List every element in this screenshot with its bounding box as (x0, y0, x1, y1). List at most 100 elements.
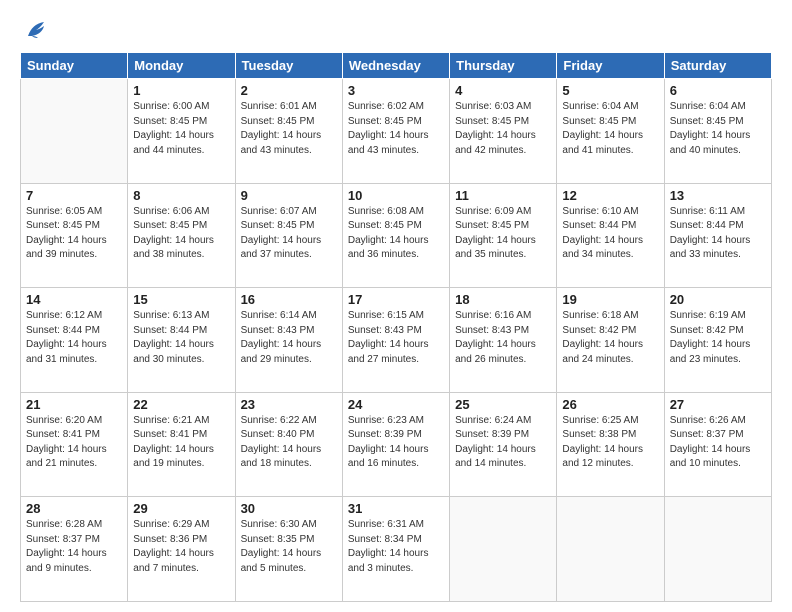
day-number: 3 (348, 83, 444, 98)
week-row-4: 28 Sunrise: 6:28 AM Sunset: 8:37 PM Dayli… (21, 497, 772, 602)
weekday-header-thursday: Thursday (450, 53, 557, 79)
week-row-2: 14 Sunrise: 6:12 AM Sunset: 8:44 PM Dayli… (21, 288, 772, 393)
page: SundayMondayTuesdayWednesdayThursdayFrid… (0, 0, 792, 612)
weekday-header-sunday: Sunday (21, 53, 128, 79)
day-info: Sunrise: 6:11 AM Sunset: 8:44 PM Dayligh… (670, 205, 766, 263)
calendar-cell: 10 Sunrise: 6:08 AM Sunset: 8:45 PM Dayli… (342, 183, 449, 288)
day-number: 29 (133, 501, 229, 516)
day-number: 8 (133, 188, 229, 203)
logo (20, 16, 50, 44)
calendar-cell (21, 79, 128, 184)
day-info: Sunrise: 6:14 AM Sunset: 8:43 PM Dayligh… (241, 309, 337, 367)
day-number: 18 (455, 292, 551, 307)
day-number: 9 (241, 188, 337, 203)
day-number: 25 (455, 397, 551, 412)
day-info: Sunrise: 6:02 AM Sunset: 8:45 PM Dayligh… (348, 100, 444, 158)
calendar-cell (557, 497, 664, 602)
day-number: 11 (455, 188, 551, 203)
day-number: 7 (26, 188, 122, 203)
day-info: Sunrise: 6:08 AM Sunset: 8:45 PM Dayligh… (348, 205, 444, 263)
day-info: Sunrise: 6:18 AM Sunset: 8:42 PM Dayligh… (562, 309, 658, 367)
calendar-cell: 4 Sunrise: 6:03 AM Sunset: 8:45 PM Daylig… (450, 79, 557, 184)
calendar-cell: 5 Sunrise: 6:04 AM Sunset: 8:45 PM Daylig… (557, 79, 664, 184)
day-number: 20 (670, 292, 766, 307)
calendar-cell: 3 Sunrise: 6:02 AM Sunset: 8:45 PM Daylig… (342, 79, 449, 184)
calendar-cell: 11 Sunrise: 6:09 AM Sunset: 8:45 PM Dayli… (450, 183, 557, 288)
day-number: 6 (670, 83, 766, 98)
calendar-cell: 28 Sunrise: 6:28 AM Sunset: 8:37 PM Dayli… (21, 497, 128, 602)
day-info: Sunrise: 6:03 AM Sunset: 8:45 PM Dayligh… (455, 100, 551, 158)
calendar-cell: 27 Sunrise: 6:26 AM Sunset: 8:37 PM Dayli… (664, 392, 771, 497)
day-info: Sunrise: 6:23 AM Sunset: 8:39 PM Dayligh… (348, 414, 444, 472)
day-info: Sunrise: 6:24 AM Sunset: 8:39 PM Dayligh… (455, 414, 551, 472)
day-info: Sunrise: 6:10 AM Sunset: 8:44 PM Dayligh… (562, 205, 658, 263)
day-number: 12 (562, 188, 658, 203)
day-number: 5 (562, 83, 658, 98)
day-number: 17 (348, 292, 444, 307)
weekday-header-wednesday: Wednesday (342, 53, 449, 79)
calendar-cell: 22 Sunrise: 6:21 AM Sunset: 8:41 PM Dayli… (128, 392, 235, 497)
day-number: 2 (241, 83, 337, 98)
weekday-header-monday: Monday (128, 53, 235, 79)
day-info: Sunrise: 6:15 AM Sunset: 8:43 PM Dayligh… (348, 309, 444, 367)
day-number: 28 (26, 501, 122, 516)
calendar-cell: 7Sunrise: 6:05 AM Sunset: 8:45 PM Daylig… (21, 183, 128, 288)
calendar-cell: 18 Sunrise: 6:16 AM Sunset: 8:43 PM Dayli… (450, 288, 557, 393)
calendar-cell: 1Sunrise: 6:00 AM Sunset: 8:45 PM Daylig… (128, 79, 235, 184)
day-number: 4 (455, 83, 551, 98)
day-number: 24 (348, 397, 444, 412)
logo-bird-icon (22, 16, 50, 44)
day-info: Sunrise: 6:04 AM Sunset: 8:45 PM Dayligh… (562, 100, 658, 158)
weekday-header-saturday: Saturday (664, 53, 771, 79)
week-row-1: 7Sunrise: 6:05 AM Sunset: 8:45 PM Daylig… (21, 183, 772, 288)
calendar-cell: 6 Sunrise: 6:04 AM Sunset: 8:45 PM Daylig… (664, 79, 771, 184)
calendar-cell: 17 Sunrise: 6:15 AM Sunset: 8:43 PM Dayli… (342, 288, 449, 393)
day-number: 21 (26, 397, 122, 412)
day-info: Sunrise: 6:16 AM Sunset: 8:43 PM Dayligh… (455, 309, 551, 367)
day-info: Sunrise: 6:13 AM Sunset: 8:44 PM Dayligh… (133, 309, 229, 367)
calendar-cell: 12 Sunrise: 6:10 AM Sunset: 8:44 PM Dayli… (557, 183, 664, 288)
week-row-3: 21 Sunrise: 6:20 AM Sunset: 8:41 PM Dayli… (21, 392, 772, 497)
day-info: Sunrise: 6:12 AM Sunset: 8:44 PM Dayligh… (26, 309, 122, 367)
calendar-cell: 14 Sunrise: 6:12 AM Sunset: 8:44 PM Dayli… (21, 288, 128, 393)
weekday-header-friday: Friday (557, 53, 664, 79)
calendar-cell: 16Sunrise: 6:14 AM Sunset: 8:43 PM Dayli… (235, 288, 342, 393)
calendar-cell: 29Sunrise: 6:29 AM Sunset: 8:36 PM Dayli… (128, 497, 235, 602)
calendar-cell: 30 Sunrise: 6:30 AM Sunset: 8:35 PM Dayli… (235, 497, 342, 602)
day-info: Sunrise: 6:26 AM Sunset: 8:37 PM Dayligh… (670, 414, 766, 472)
calendar-cell: 31 Sunrise: 6:31 AM Sunset: 8:34 PM Dayli… (342, 497, 449, 602)
day-number: 14 (26, 292, 122, 307)
calendar-cell: 25 Sunrise: 6:24 AM Sunset: 8:39 PM Dayli… (450, 392, 557, 497)
calendar-cell (664, 497, 771, 602)
day-number: 15 (133, 292, 229, 307)
week-row-0: 1Sunrise: 6:00 AM Sunset: 8:45 PM Daylig… (21, 79, 772, 184)
day-info: Sunrise: 6:19 AM Sunset: 8:42 PM Dayligh… (670, 309, 766, 367)
day-number: 30 (241, 501, 337, 516)
day-info: Sunrise: 6:28 AM Sunset: 8:37 PM Dayligh… (26, 518, 122, 576)
day-info: Sunrise: 6:31 AM Sunset: 8:34 PM Dayligh… (348, 518, 444, 576)
day-info: Sunrise: 6:20 AM Sunset: 8:41 PM Dayligh… (26, 414, 122, 472)
calendar-cell: 21 Sunrise: 6:20 AM Sunset: 8:41 PM Dayli… (21, 392, 128, 497)
weekday-header-tuesday: Tuesday (235, 53, 342, 79)
calendar-cell: 2 Sunrise: 6:01 AM Sunset: 8:45 PM Daylig… (235, 79, 342, 184)
day-number: 22 (133, 397, 229, 412)
calendar-cell: 26 Sunrise: 6:25 AM Sunset: 8:38 PM Dayli… (557, 392, 664, 497)
day-number: 31 (348, 501, 444, 516)
day-info: Sunrise: 6:01 AM Sunset: 8:45 PM Dayligh… (241, 100, 337, 158)
day-number: 13 (670, 188, 766, 203)
day-number: 19 (562, 292, 658, 307)
day-info: Sunrise: 6:09 AM Sunset: 8:45 PM Dayligh… (455, 205, 551, 263)
day-number: 23 (241, 397, 337, 412)
day-number: 26 (562, 397, 658, 412)
day-info: Sunrise: 6:21 AM Sunset: 8:41 PM Dayligh… (133, 414, 229, 472)
day-info: Sunrise: 6:25 AM Sunset: 8:38 PM Dayligh… (562, 414, 658, 472)
day-number: 1 (133, 83, 229, 98)
day-info: Sunrise: 6:30 AM Sunset: 8:35 PM Dayligh… (241, 518, 337, 576)
weekday-header-row: SundayMondayTuesdayWednesdayThursdayFrid… (21, 53, 772, 79)
day-number: 10 (348, 188, 444, 203)
day-info: Sunrise: 6:07 AM Sunset: 8:45 PM Dayligh… (241, 205, 337, 263)
day-info: Sunrise: 6:04 AM Sunset: 8:45 PM Dayligh… (670, 100, 766, 158)
calendar-cell: 23Sunrise: 6:22 AM Sunset: 8:40 PM Dayli… (235, 392, 342, 497)
day-number: 27 (670, 397, 766, 412)
calendar-cell (450, 497, 557, 602)
